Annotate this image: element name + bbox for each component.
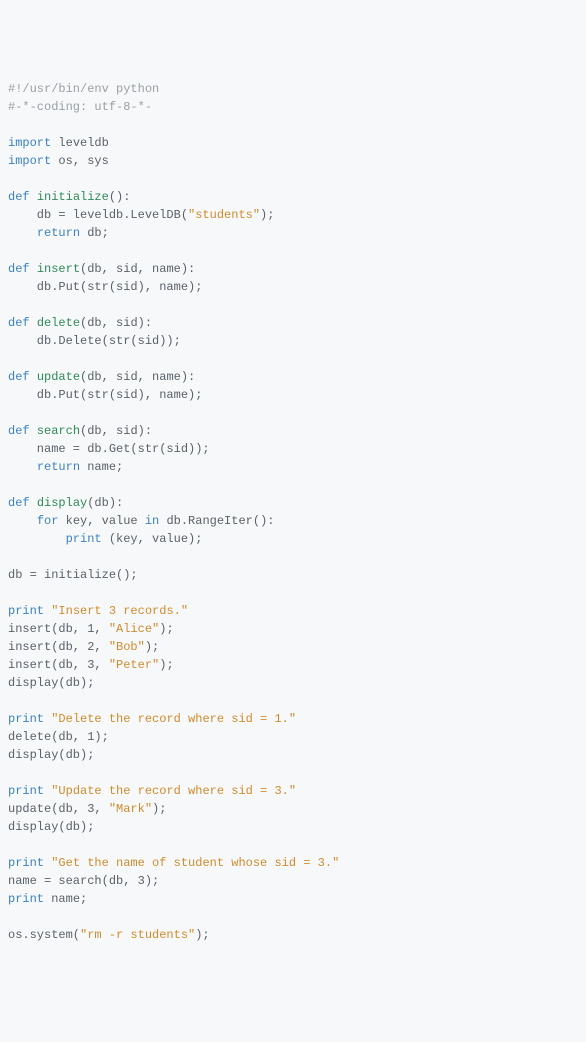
kw-return: return [37, 226, 80, 240]
line-init-assign-pre: db = leveldb.LevelDB( [8, 208, 188, 222]
sig-display: (db): [87, 496, 123, 510]
str-students: "students" [188, 208, 260, 222]
for-tail: db.RangeIter(): [159, 514, 274, 528]
fn-insert: insert [37, 262, 80, 276]
module-os-sys: os, sys [58, 154, 108, 168]
comment-shebang: #!/usr/bin/env python [8, 82, 159, 96]
kw-import: import [8, 154, 51, 168]
line-search-ret: name; [80, 460, 123, 474]
sig-insert: (db, sid, name): [80, 262, 195, 276]
fn-initialize: initialize [37, 190, 109, 204]
ins2-pre: insert(db, 2, [8, 640, 109, 654]
kw-def: def [8, 316, 30, 330]
upd3-pre: update(db, 3, [8, 802, 109, 816]
module-leveldb: leveldb [58, 136, 108, 150]
line-search3: name = search(db, 3); [8, 874, 159, 888]
kw-import: import [8, 136, 51, 150]
fn-update: update [37, 370, 80, 384]
ins3-pre: insert(db, 3, [8, 658, 109, 672]
str-get3: "Get the name of student whose sid = 3." [51, 856, 339, 870]
str-insert3: "Insert 3 records." [51, 604, 188, 618]
ins-post: ); [152, 802, 166, 816]
fn-display: display [37, 496, 87, 510]
kw-return: return [37, 460, 80, 474]
kw-in: in [145, 514, 159, 528]
ins-post: ); [145, 640, 159, 654]
print-name: name; [44, 892, 87, 906]
str-rm: "rm -r students" [80, 928, 195, 942]
ins-post: ); [159, 658, 173, 672]
str-bob: "Bob" [109, 640, 145, 654]
sig-update: (db, sid, name): [80, 370, 195, 384]
code-block: #!/usr/bin/env python #-*-coding: utf-8-… [8, 80, 578, 944]
fn-delete: delete [37, 316, 80, 330]
sig-delete: (db, sid): [80, 316, 152, 330]
str-alice: "Alice" [109, 622, 159, 636]
os-pre: os.system( [8, 928, 80, 942]
line-del1: delete(db, 1); [8, 730, 109, 744]
line-delete-del: db.Delete(str(sid)); [8, 334, 181, 348]
line-display: display(db); [8, 820, 94, 834]
kw-def: def [8, 190, 30, 204]
fn-search: search [37, 424, 80, 438]
comment-coding: #-*-coding: utf-8-*- [8, 100, 152, 114]
kw-print: print [8, 784, 44, 798]
line-init-assign-post: ); [260, 208, 274, 222]
kw-def: def [8, 370, 30, 384]
os-post: ); [195, 928, 209, 942]
line-db-init: db = initialize(); [8, 568, 138, 582]
indent [8, 226, 37, 240]
line-update-put: db.Put(str(sid), name); [8, 388, 202, 402]
str-peter: "Peter" [109, 658, 159, 672]
line-search-get: name = db.Get(str(sid)); [8, 442, 210, 456]
indent [8, 460, 37, 474]
line-insert-put: db.Put(str(sid), name); [8, 280, 202, 294]
kw-print: print [66, 532, 102, 546]
for-vars: key, value [58, 514, 144, 528]
line-display: display(db); [8, 748, 94, 762]
print-args: (key, value); [102, 532, 203, 546]
sig-initialize: (): [109, 190, 131, 204]
kw-print: print [8, 604, 44, 618]
kw-print: print [8, 712, 44, 726]
kw-def: def [8, 262, 30, 276]
indent [8, 514, 37, 528]
str-upd3: "Update the record where sid = 3." [51, 784, 296, 798]
kw-def: def [8, 424, 30, 438]
ins1-pre: insert(db, 1, [8, 622, 109, 636]
kw-for: for [37, 514, 59, 528]
str-mark: "Mark" [109, 802, 152, 816]
str-del1: "Delete the record where sid = 1." [51, 712, 296, 726]
indent [8, 532, 66, 546]
sig-search: (db, sid): [80, 424, 152, 438]
kw-def: def [8, 496, 30, 510]
line-display: display(db); [8, 676, 94, 690]
kw-print: print [8, 892, 44, 906]
ins-post: ); [159, 622, 173, 636]
kw-print: print [8, 856, 44, 870]
line-init-ret: db; [80, 226, 109, 240]
